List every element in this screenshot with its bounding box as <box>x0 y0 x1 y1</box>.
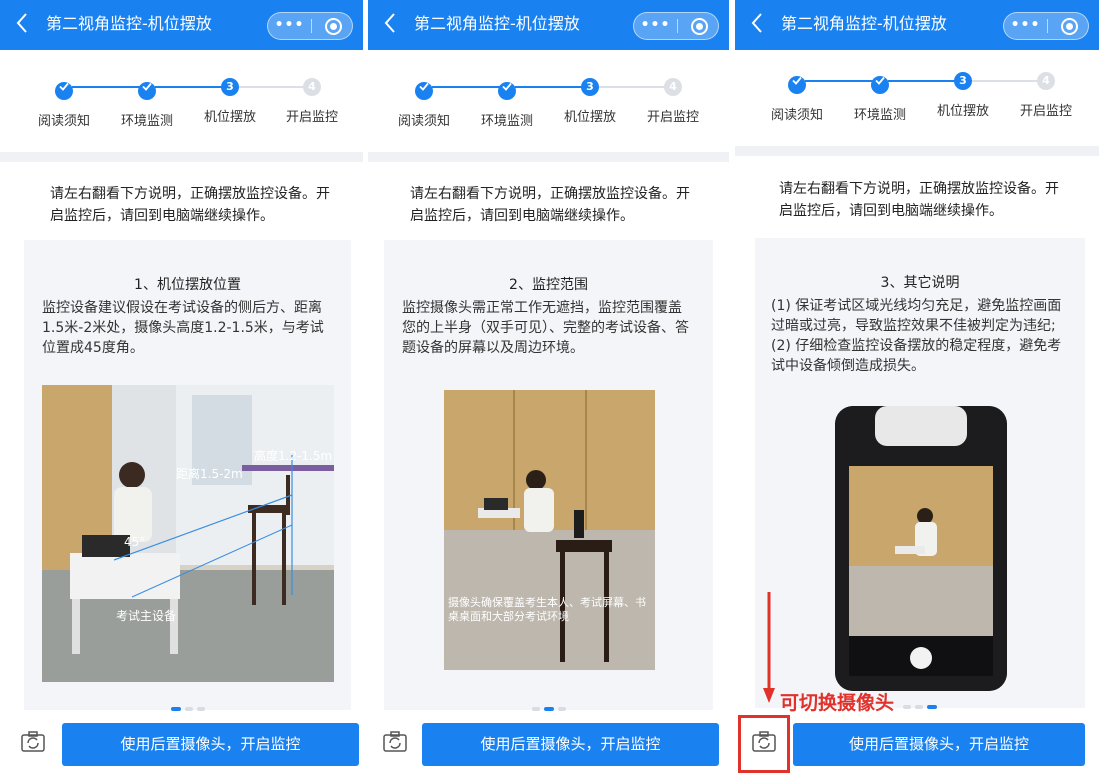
close-miniapp-icon[interactable] <box>325 18 342 35</box>
start-rear-camera-button[interactable]: 使用后置摄像头，开启监控 <box>62 723 359 766</box>
more-icon[interactable]: ••• <box>268 13 311 39</box>
start-rear-camera-button[interactable]: 使用后置摄像头，开启监控 <box>422 723 719 766</box>
instruction-text: 请左右翻看下方说明，正确摆放监控设备。开启监控后，请回到电脑端继续操作。 <box>779 181 1059 219</box>
card-heading: 1、机位摆放位置 <box>134 277 241 293</box>
page-indicator <box>24 698 351 711</box>
step-placement: 3 机位摆放 <box>936 72 989 119</box>
miniapp-capsule: ••• <box>267 12 353 40</box>
card-heading: 2、监控范围 <box>509 277 588 293</box>
instruction-card[interactable]: 2、监控范围 监控摄像头需正常工作无遮挡，监控范围覆盖您的上半身（双手可见）、完… <box>384 240 713 711</box>
annotation-label: 可切换摄像头 <box>780 692 895 714</box>
page-title: 第二视角监控-机位摆放 <box>46 14 212 33</box>
capsule-divider <box>311 19 312 33</box>
photo-label: 考试主设备 <box>116 609 177 623</box>
page-indicator <box>384 698 713 711</box>
photo-label: 45° <box>124 535 146 549</box>
start-rear-camera-button[interactable]: 使用后置摄像头，开启监控 <box>793 723 1085 766</box>
step-indicator: 阅读须知 环境监测 3 机位摆放 4 开启监控 <box>368 78 729 129</box>
check-icon <box>415 82 433 100</box>
section-divider <box>0 152 363 162</box>
capsule-divider <box>677 19 678 33</box>
back-arrow-icon[interactable] <box>751 12 771 38</box>
close-miniapp-icon[interactable] <box>1061 18 1078 35</box>
bottom-bar: 使用后置摄像头，开启监控 <box>368 713 729 773</box>
section-divider <box>735 146 1099 156</box>
step-environment: 环境监测 <box>102 78 192 129</box>
card-heading: 3、其它说明 <box>880 275 960 291</box>
instruction-card[interactable]: 1、机位摆放位置 监控设备建议假设在考试设备的侧后方、距离1.5米-2米处，摄像… <box>24 240 351 711</box>
placement-photo: 高度1.2-1.5m 距离1.5-2m 45° 考试主设备 <box>42 385 334 682</box>
instruction-card[interactable]: 3、其它说明 (1) 保证考试区域光线均匀充足，避免监控画面过暗或过亮，导致监控… <box>755 238 1085 709</box>
miniapp-capsule: ••• <box>1003 12 1089 40</box>
phone-mount-photo <box>835 406 1007 691</box>
check-icon <box>871 76 889 94</box>
photo-label: 距离1.5-2m <box>176 467 243 481</box>
camera-switch-icon[interactable] <box>20 729 46 755</box>
more-icon[interactable]: ••• <box>634 13 677 39</box>
check-icon <box>498 82 516 100</box>
phone-screen-1: 第二视角监控-机位摆放 ••• 阅读须知 环境监测 3 机位摆放 4 开启监控 … <box>0 0 363 773</box>
phone-screen-3: 第二视角监控-机位摆放 ••• 阅读须知 环境监测 3 机位摆放 4 开启监控 … <box>735 0 1099 773</box>
step-read: 阅读须知 <box>752 72 842 123</box>
step-environment: 环境监测 <box>835 72 925 123</box>
step-indicator: 阅读须知 环境监测 3 机位摆放 4 开启监控 <box>0 78 363 129</box>
step-environment: 环境监测 <box>462 78 552 129</box>
back-arrow-icon[interactable] <box>384 12 404 38</box>
card-body: 监控摄像头需正常工作无遮挡，监控范围覆盖您的上半身（双手可见）、完整的考试设备、… <box>402 300 689 356</box>
miniapp-capsule: ••• <box>633 12 719 40</box>
section-divider <box>368 152 729 162</box>
instruction-text: 请左右翻看下方说明，正确摆放监控设备。开启监控后，请回到电脑端继续操作。 <box>410 186 690 224</box>
step-read: 阅读须知 <box>19 78 109 129</box>
step-start: 4 开启监控 <box>1019 72 1072 119</box>
step-indicator: 阅读须知 环境监测 3 机位摆放 4 开启监控 <box>735 72 1099 123</box>
capsule-divider <box>1047 19 1048 33</box>
phone-screen-2: 第二视角监控-机位摆放 ••• 阅读须知 环境监测 3 机位摆放 4 开启监控 … <box>368 0 729 773</box>
photo-label: 摄像头确保覆盖考生本人、考试屏幕、书桌桌面和大部分考试环境 <box>448 596 646 623</box>
annotation-highlight-box <box>738 715 790 773</box>
photo-label: 高度1.2-1.5m <box>254 449 333 463</box>
camera-switch-icon[interactable] <box>382 729 408 755</box>
page-title: 第二视角监控-机位摆放 <box>781 14 947 33</box>
instruction-text: 请左右翻看下方说明，正确摆放监控设备。开启监控后，请回到电脑端继续操作。 <box>50 186 330 224</box>
check-icon <box>55 82 73 100</box>
bottom-bar: 使用后置摄像头，开启监控 <box>0 713 363 773</box>
annotation-arrow <box>763 592 775 703</box>
card-body: 监控设备建议假设在考试设备的侧后方、距离1.5米-2米处，摄像头高度1.2-1.… <box>42 300 324 356</box>
step-start: 4 开启监控 <box>646 78 699 125</box>
card-body: (1) 保证考试区域光线均匀充足，避免监控画面过暗或过亮，导致监控效果不佳被判定… <box>771 298 1062 374</box>
step-read: 阅读须知 <box>379 78 469 129</box>
coverage-photo: 摄像头确保覆盖考生本人、考试屏幕、书桌桌面和大部分考试环境 <box>444 390 655 670</box>
step-placement: 3 机位摆放 <box>563 78 616 125</box>
check-icon <box>788 76 806 94</box>
more-icon[interactable]: ••• <box>1004 13 1047 39</box>
title-bar: 第二视角监控-机位摆放 ••• <box>735 0 1099 50</box>
check-icon <box>138 82 156 100</box>
back-arrow-icon[interactable] <box>16 12 36 38</box>
step-start: 4 开启监控 <box>285 78 338 125</box>
step-placement: 3 机位摆放 <box>203 78 256 125</box>
close-miniapp-icon[interactable] <box>691 18 708 35</box>
page-title: 第二视角监控-机位摆放 <box>414 14 580 33</box>
title-bar: 第二视角监控-机位摆放 ••• <box>368 0 729 50</box>
title-bar: 第二视角监控-机位摆放 ••• <box>0 0 363 50</box>
